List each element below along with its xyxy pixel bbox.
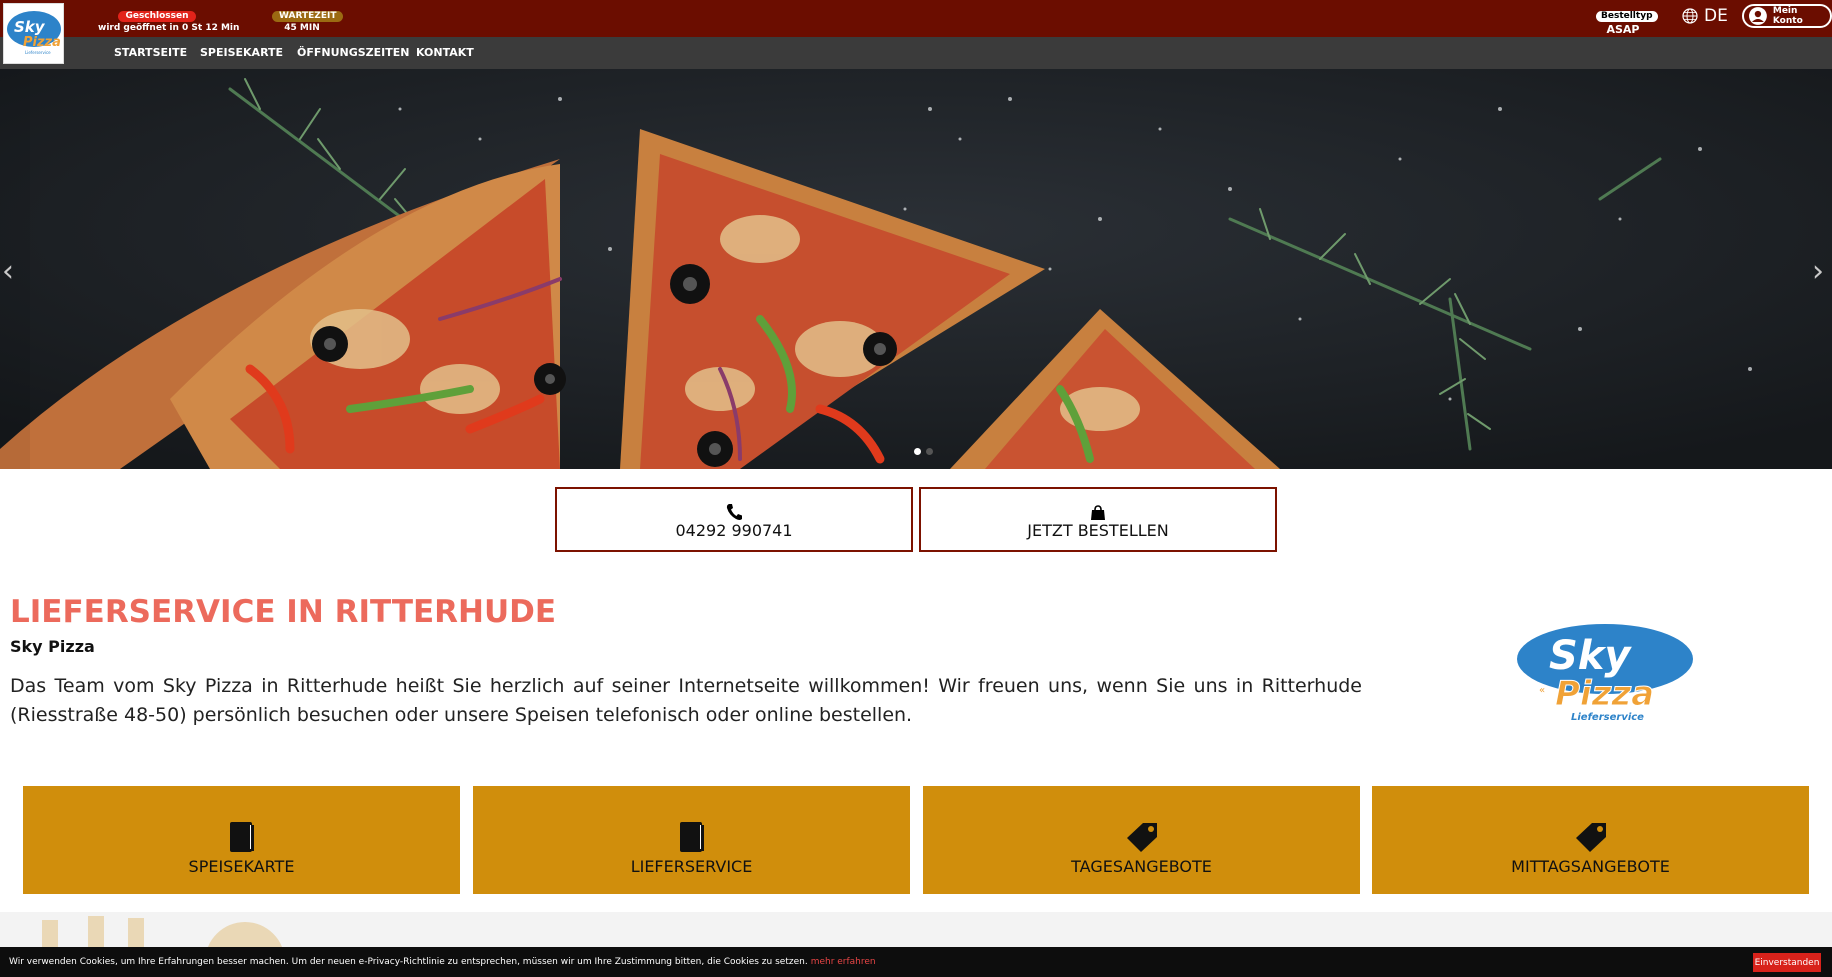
main-navigation: STARTSEITE SPEISEKARTE ÖFFNUNGSZEITEN KO… <box>0 37 1832 69</box>
phone-number: 04292 990741 <box>675 521 793 540</box>
globe-icon <box>1682 8 1698 24</box>
cookie-accept-button[interactable]: Einverstanden <box>1753 953 1821 972</box>
hero-slider: ‹ › <box>0 69 1832 469</box>
svg-text:Lieferservice: Lieferservice <box>25 50 51 55</box>
book-icon <box>679 821 705 853</box>
nav-item-startseite[interactable]: STARTSEITE <box>114 46 187 59</box>
wait-time-value: 45 MIN <box>284 23 320 33</box>
user-icon <box>1749 7 1767 25</box>
svg-text:Lieferservice: Lieferservice <box>1571 712 1644 723</box>
svg-text:Sky: Sky <box>1549 633 1632 679</box>
slider-next-arrow[interactable]: › <box>1812 254 1824 289</box>
book-icon <box>229 821 255 853</box>
svg-text:«: « <box>1539 685 1545 696</box>
tile-label: MITTAGSANGEBOTE <box>1511 856 1670 876</box>
open-status: Geschlossen wird geöffnet in 0 St 12 Min <box>98 3 240 33</box>
tag-icon <box>1574 821 1608 853</box>
slider-dot-2[interactable] <box>926 448 933 455</box>
restaurant-name: Sky Pizza <box>10 637 95 656</box>
cookie-text: Wir verwenden Cookies, um Ihre Erfahrung… <box>9 957 808 967</box>
tile-label: SPEISEKARTE <box>188 856 295 876</box>
account-button[interactable]: Mein Konto <box>1742 4 1832 28</box>
page-title: LIEFERSERVICE IN RITTERHUDE <box>10 594 557 630</box>
order-type-badge: Bestelltyp <box>1596 11 1658 22</box>
restaurant-logo: Sky Pizza Lieferservice « <box>1515 623 1695 725</box>
language-selector[interactable]: DE <box>1682 6 1728 26</box>
status-badge: Geschlossen <box>118 11 196 22</box>
slider-dots <box>914 448 933 455</box>
nav-item-oeffnungszeiten[interactable]: ÖFFNUNGSZEITEN <box>297 46 409 59</box>
cookie-learn-more-link[interactable]: mehr erfahren <box>811 957 876 967</box>
tile-tagesangebote[interactable]: TAGESANGEBOTE <box>923 786 1360 894</box>
tile-mittagsangebote[interactable]: MITTAGSANGEBOTE <box>1372 786 1809 894</box>
svg-text:Sky: Sky <box>14 18 46 36</box>
svg-text:Pizza: Pizza <box>1555 674 1654 714</box>
svg-text:Pizza: Pizza <box>23 35 61 50</box>
top-bar: Geschlossen wird geöffnet in 0 St 12 Min… <box>0 0 1832 37</box>
order-now-button[interactable]: JETZT BESTELLEN <box>919 487 1277 552</box>
tile-lieferservice[interactable]: LIEFERSERVICE <box>473 786 910 894</box>
tile-speisekarte[interactable]: SPEISEKARTE <box>23 786 460 894</box>
pizza-hero-image <box>0 69 1832 469</box>
cookie-banner: Wir verwenden Cookies, um Ihre Erfahrung… <box>0 947 1832 977</box>
slider-prev-arrow[interactable]: ‹ <box>2 254 14 289</box>
account-label: Mein Konto <box>1772 6 1803 26</box>
tag-icon <box>1125 821 1159 853</box>
order-now-label: JETZT BESTELLEN <box>1027 521 1169 540</box>
welcome-text: Das Team vom Sky Pizza in Ritterhude hei… <box>10 675 1362 726</box>
site-logo[interactable]: Sky Pizza Lieferservice <box>3 3 64 64</box>
wait-badge: WARTEZEIT <box>272 11 344 22</box>
slider-dot-1[interactable] <box>914 448 921 455</box>
opening-countdown: wird geöffnet in 0 St 12 Min <box>98 23 240 33</box>
order-type-value: ASAP <box>1606 23 1640 36</box>
shopping-bag-icon <box>1091 499 1105 521</box>
nav-item-kontakt[interactable]: KONTAKT <box>416 46 474 59</box>
wait-time: WARTEZEIT 45 MIN <box>272 3 344 33</box>
phone-icon <box>726 499 742 521</box>
order-type[interactable]: Bestelltyp ASAP <box>1596 3 1658 36</box>
tile-label: TAGESANGEBOTE <box>1071 856 1212 876</box>
logo-image: Sky Pizza Lieferservice <box>6 10 61 55</box>
language-code: DE <box>1704 6 1728 26</box>
tile-label: LIEFERSERVICE <box>630 856 753 876</box>
nav-item-speisekarte[interactable]: SPEISEKARTE <box>200 46 283 59</box>
phone-button[interactable]: 04292 990741 <box>555 487 913 552</box>
